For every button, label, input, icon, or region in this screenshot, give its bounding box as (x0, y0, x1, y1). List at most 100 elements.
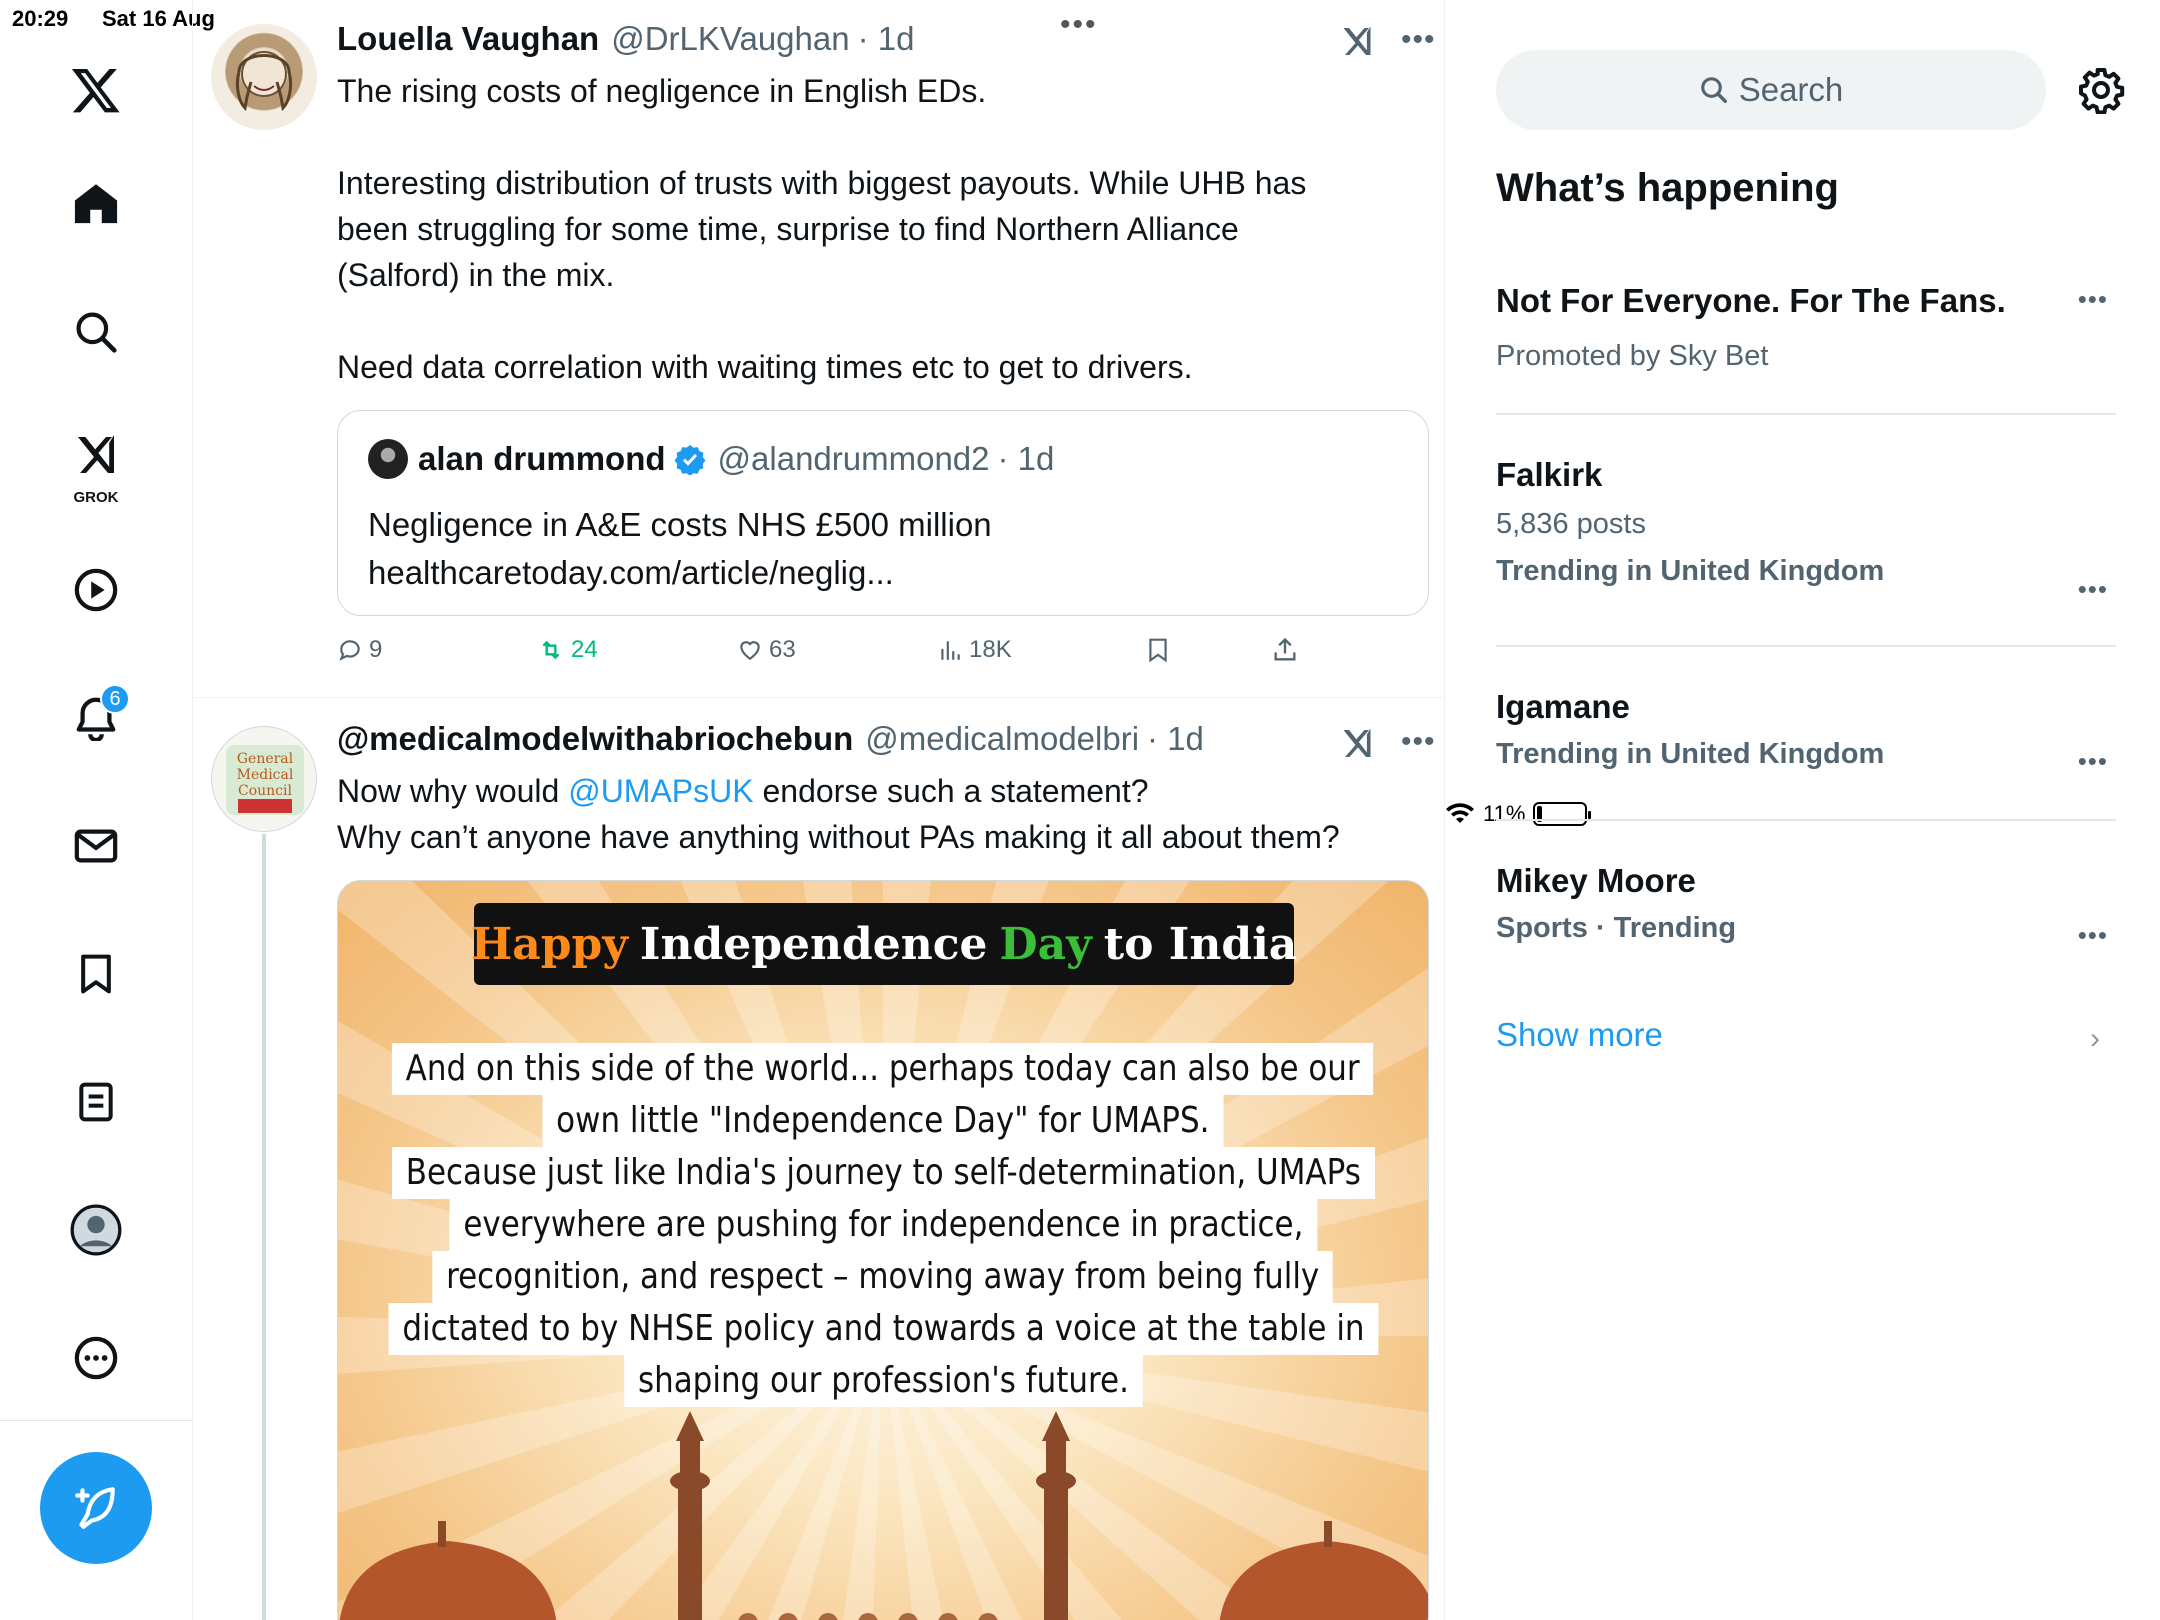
trend-item[interactable]: Mikey Moore Sports · Trending ••• (1496, 862, 2116, 962)
quote-author-name: alan drummond (418, 440, 666, 477)
compose-post-button[interactable] (40, 1452, 152, 1564)
trend-item[interactable]: Igamane Trending in United Kingdom ••• (1496, 688, 2116, 788)
like-count: 63 (769, 636, 796, 663)
trend-title: Mikey Moore (1496, 862, 1696, 899)
tweet-header: Louella Vaughan @DrLKVaughan · 1d (337, 20, 914, 58)
bookmarks-icon[interactable] (56, 934, 136, 1014)
trend-post-count: 5,836 posts (1496, 508, 1646, 540)
image-text-line: recognition, and respect – moving away f… (432, 1251, 1334, 1303)
explore-search-icon[interactable] (56, 292, 136, 372)
chevron-right-icon[interactable]: › (2090, 1022, 2100, 1056)
trend-title: Falkirk (1496, 456, 1603, 493)
author-handle[interactable]: @medicalmodelbri (865, 720, 1139, 758)
author-name[interactable]: @medicalmodelwithabriochebun (337, 720, 853, 758)
mention-link[interactable]: @UMAPsUK (568, 773, 753, 809)
trend-subtitle: Promoted by Sky Bet (1496, 340, 1769, 372)
repost-button[interactable]: 24 (537, 636, 598, 664)
grok-icon[interactable]: GROK (56, 418, 136, 508)
repost-count: 24 (571, 636, 598, 663)
tweet-text: Now why would @UMAPsUK endorse such a st… (337, 768, 1437, 860)
reply-icon (339, 640, 360, 661)
tweet-time: · 1d (1147, 720, 1204, 757)
messages-envelope-icon[interactable] (56, 806, 136, 886)
tweet-more-icon[interactable]: ••• (1401, 23, 1436, 57)
author-avatar[interactable]: General Medical Council (211, 726, 317, 832)
svg-text:General: General (237, 751, 294, 767)
tweet-text-line: been struggling for some time, surprise … (337, 211, 1239, 247)
tweet-text-span: Now why would (337, 773, 569, 809)
author-handle[interactable]: @DrLKVaughan (611, 20, 849, 58)
tweet-text-line: Need data correlation with waiting times… (337, 349, 1193, 385)
grok-explain-icon[interactable] (1339, 22, 1375, 58)
author-name[interactable]: Louella Vaughan (337, 20, 599, 58)
profile-avatar-icon[interactable] (56, 1190, 136, 1270)
left-nav: GROK 6 (0, 0, 193, 1620)
tweet-text-line: Why can’t anyone have anything without P… (337, 819, 1340, 855)
nav-divider (0, 1420, 193, 1421)
quoted-tweet[interactable]: alan drummond @alandrummond2 · 1d Neglig… (337, 410, 1429, 616)
trend-divider (1496, 645, 2116, 647)
home-icon[interactable] (56, 164, 136, 244)
search-input[interactable]: Search (1496, 50, 2046, 130)
views-count: 18K (969, 636, 1012, 663)
tweet-header-actions: ••• (1339, 22, 1436, 58)
repost-icon (542, 640, 560, 660)
author-avatar[interactable] (211, 24, 317, 130)
quote-avatar (368, 439, 408, 479)
image-text-line: dictated to by NHSE policy and towards a… (388, 1303, 1378, 1355)
trend-divider (1496, 413, 2116, 415)
svg-text:Medical: Medical (237, 767, 294, 783)
tweet-text-line: Now why would @UMAPsUK endorse such a st… (337, 768, 1437, 814)
tweet-text-span: endorse such a statement? (753, 773, 1149, 809)
search-icon (1700, 77, 1727, 103)
like-button[interactable]: 63 (737, 636, 796, 664)
heart-icon (740, 641, 760, 660)
trend-divider (1496, 819, 2116, 821)
grok-explain-icon[interactable] (1339, 724, 1375, 760)
svg-text:Council: Council (238, 783, 292, 799)
lists-icon[interactable] (56, 1062, 136, 1142)
tweet-text-line: Interesting distribution of trusts with … (337, 165, 1307, 201)
search-placeholder: Search (1738, 71, 1844, 108)
trend-item[interactable]: Falkirk 5,836 posts Trending in United K… (1496, 456, 2116, 606)
grok-label: GROK (73, 489, 119, 506)
notifications-bell-icon[interactable]: 6 (56, 678, 136, 758)
tweet-more-icon[interactable]: ••• (1401, 725, 1436, 759)
tweet[interactable]: Louella Vaughan @DrLKVaughan · 1d ••• Th… (193, 0, 1444, 697)
quote-header: alan drummond @alandrummond2 · 1d (368, 439, 1054, 479)
timeline-feed: Louella Vaughan @DrLKVaughan · 1d ••• Th… (193, 0, 1445, 1620)
settings-gear-icon[interactable] (2077, 66, 2125, 114)
more-options-icon[interactable] (56, 1318, 136, 1398)
image-text-block: And on this side of the world... perhaps… (338, 1043, 1428, 1407)
image-text-line: And on this side of the world... perhaps… (392, 1043, 1374, 1095)
trend-more-icon[interactable]: ••• (2078, 746, 2108, 777)
bookmark-icon (1149, 638, 1167, 663)
quote-link[interactable]: healthcaretoday.com/article/neglig... (368, 549, 992, 597)
tweet-text-line: The rising costs of negligence in Englis… (337, 73, 987, 109)
trend-more-icon[interactable]: ••• (2078, 574, 2108, 605)
tweet-text: The rising costs of negligence in Englis… (337, 68, 1337, 390)
tweet-image[interactable]: Happy Independence Day to India And on t… (337, 880, 1429, 1620)
trend-title: Igamane (1496, 688, 1630, 725)
share-button[interactable] (1271, 636, 1299, 664)
quote-author-handle: @alandrummond2 (717, 440, 990, 477)
trend-item[interactable]: Not For Everyone. For The Fans. Promoted… (1496, 282, 2116, 382)
trend-more-icon[interactable]: ••• (2078, 284, 2108, 315)
quote-body: Negligence in A&E costs NHS £500 million… (368, 501, 992, 597)
x-logo-icon[interactable] (56, 50, 136, 130)
video-play-icon[interactable] (56, 550, 136, 630)
reply-button[interactable]: 9 (337, 636, 382, 664)
verified-badge-icon (674, 445, 705, 475)
notifications-badge: 6 (100, 684, 130, 714)
trend-subtitle: Trending in United Kingdom (1496, 555, 1885, 587)
tweet-time: · 1d (857, 20, 915, 57)
whats-happening-title: What’s happening (1496, 166, 1839, 210)
views-button[interactable]: 18K (937, 636, 1012, 664)
bookmark-button[interactable] (1145, 636, 1171, 664)
image-text-line: shaping our profession's future. (623, 1355, 1143, 1407)
tweet[interactable]: General Medical Council @medicalmodelwitha… (193, 698, 1444, 1620)
show-more-link[interactable]: Show more (1496, 1016, 1663, 1054)
trend-more-icon[interactable]: ••• (2078, 920, 2108, 951)
right-sidebar: Search What’s happening Not For Everyone… (1445, 0, 2160, 1620)
reply-count: 9 (369, 636, 383, 663)
